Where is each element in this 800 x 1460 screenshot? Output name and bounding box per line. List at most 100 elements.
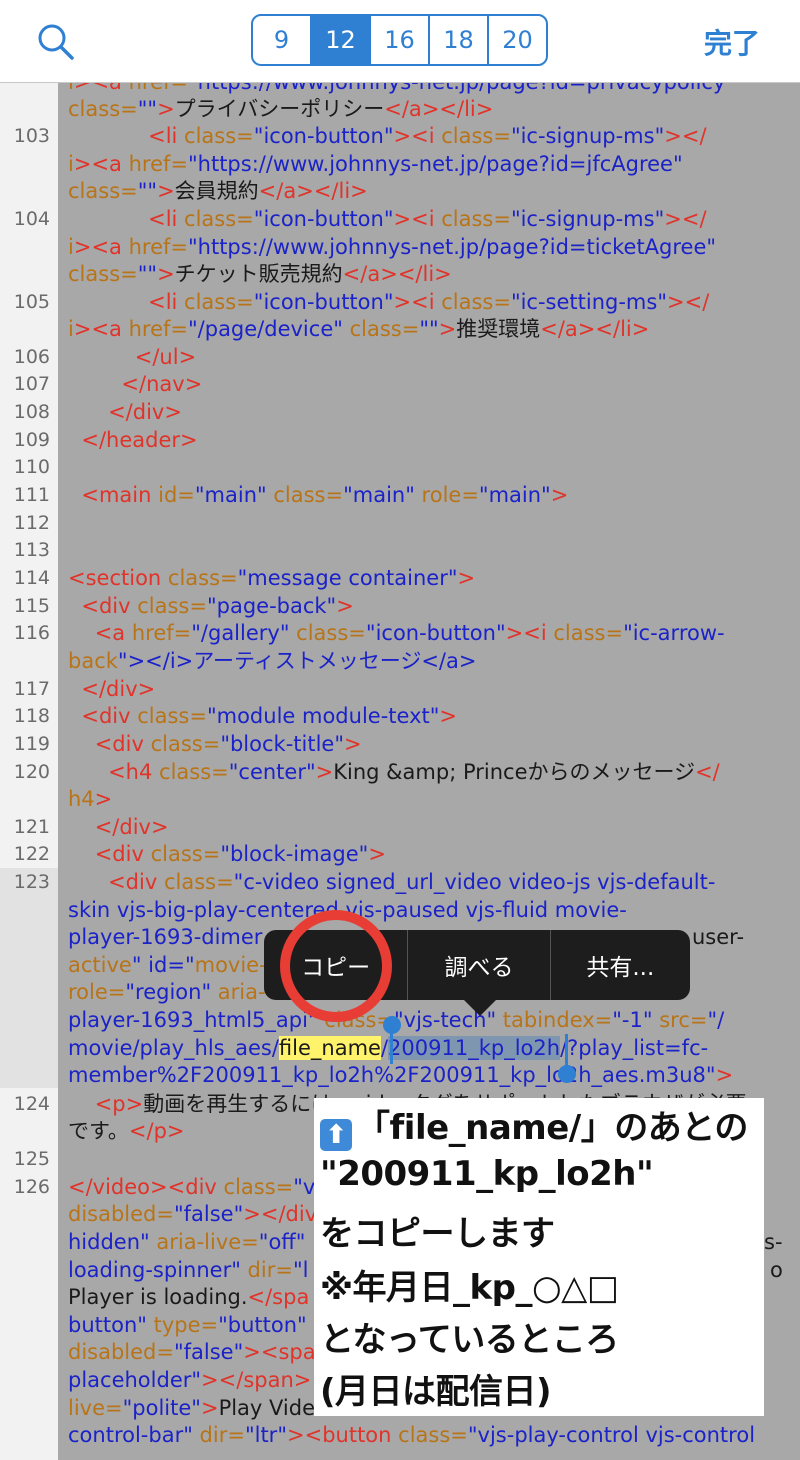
code-line: class="">プライバシーポリシー</a></li> bbox=[68, 97, 494, 121]
up-arrow-icon: ⬆ bbox=[320, 1119, 352, 1151]
code-line: hidden" aria-live="off" bbox=[68, 1230, 306, 1254]
code-line: back"></i>アーティストメッセージ</a> bbox=[68, 649, 477, 673]
code-line: Player is loading.</spa bbox=[68, 1285, 310, 1309]
line-number: 104 bbox=[13, 208, 50, 230]
line-number: 113 bbox=[13, 539, 50, 561]
code-line: <a href="/gallery" class="icon-button"><… bbox=[94, 621, 725, 645]
selection-end-bar bbox=[565, 1034, 568, 1068]
selection-end-handle[interactable] bbox=[558, 1065, 576, 1083]
code-line: <div class="c-video signed_url_video vid… bbox=[108, 870, 716, 894]
current-line-gutter-highlight bbox=[0, 868, 58, 1088]
code-line: player-1693-dimer bbox=[68, 925, 263, 949]
annotation-line: ※年月日_kp_○△□ bbox=[320, 1268, 619, 1308]
code-line: member%2F200911_kp_lo2h%2F200911_kp_lo2h… bbox=[68, 1063, 734, 1087]
code-line: role="region" aria- bbox=[68, 980, 266, 1004]
line-number: 122 bbox=[13, 843, 50, 865]
annotation-text: 「file_name/」のあとの bbox=[356, 1108, 748, 1148]
font-size-16-button[interactable]: 16 bbox=[369, 16, 428, 64]
font-size-12-button[interactable]: 12 bbox=[310, 16, 369, 64]
code-line: i><a href="https://www.johnnys-net.jp/pa… bbox=[68, 152, 683, 176]
code-line: <li class="icon-button"><i class="ic-sig… bbox=[148, 124, 707, 148]
font-size-18-button[interactable]: 18 bbox=[428, 16, 487, 64]
code-line: です。</p> bbox=[68, 1119, 185, 1143]
code-line: class="">チケット販売規約</a></li> bbox=[68, 262, 452, 286]
line-number: 115 bbox=[13, 595, 50, 617]
search-icon[interactable] bbox=[36, 22, 76, 62]
code-line: i><a href="/page/device" class="">推奨環境</… bbox=[68, 317, 650, 341]
code-line: loading-spinner" dir="l bbox=[68, 1258, 309, 1282]
code-fragment: /?play_list=fc- bbox=[560, 1036, 709, 1060]
code-line: control-bar" dir="ltr"><button class="vj… bbox=[68, 1423, 756, 1447]
code-line: </ul> bbox=[134, 345, 197, 369]
code-line: disabled="false"><spa bbox=[68, 1340, 316, 1364]
code-line: <div class="block-title"> bbox=[94, 732, 362, 756]
code-line: <li class="icon-button"><i class="ic-set… bbox=[148, 290, 710, 314]
highlight-circle-annotation bbox=[280, 910, 392, 1022]
code-line: <li class="icon-button"><i class="ic-sig… bbox=[148, 207, 707, 231]
annotation-line: をコピーします bbox=[320, 1214, 555, 1254]
code-line: button" type="button" bbox=[68, 1313, 307, 1337]
line-number: 105 bbox=[13, 291, 50, 313]
look-up-menu-item[interactable]: 調べる bbox=[407, 930, 549, 1000]
selected-text[interactable]: 200911_kp_lo2h bbox=[388, 1036, 561, 1060]
code-line: i><a href="https://www.johnnys-net.jp/pa… bbox=[68, 235, 717, 259]
code-line: active" id="movie- bbox=[68, 953, 267, 977]
code-line: </div> bbox=[81, 677, 156, 701]
line-number: 103 bbox=[13, 125, 50, 147]
code-fragment: o bbox=[770, 1258, 783, 1282]
line-number: 108 bbox=[13, 401, 50, 423]
line-number: 126 bbox=[13, 1176, 50, 1198]
font-size-9-button[interactable]: 9 bbox=[253, 16, 310, 64]
code-line: </video><div class="v bbox=[68, 1175, 316, 1199]
code-fragment: movie/play_hls_aes/ bbox=[68, 1036, 279, 1060]
selection-start-bar bbox=[390, 1030, 393, 1064]
code-line: <div class="block-image"> bbox=[94, 842, 386, 866]
code-line: <h4 class="center">King &amp; Princeからのメ… bbox=[108, 760, 720, 784]
line-number: 109 bbox=[13, 429, 50, 451]
line-number: 114 bbox=[13, 567, 50, 589]
line-number: 119 bbox=[13, 733, 50, 755]
line-number: 124 bbox=[13, 1093, 50, 1115]
code-line: class="">会員規約</a></li> bbox=[68, 179, 368, 203]
code-line: live="polite">Play Vide bbox=[68, 1396, 316, 1420]
line-number: 125 bbox=[13, 1148, 50, 1170]
line-number: 111 bbox=[13, 484, 50, 506]
line-number: 106 bbox=[13, 346, 50, 368]
context-menu-pointer bbox=[462, 998, 498, 1016]
font-size-20-button[interactable]: 20 bbox=[487, 16, 546, 64]
share-menu-item[interactable]: 共有... bbox=[549, 930, 690, 1000]
line-number: 116 bbox=[13, 622, 50, 644]
file-name-highlight: file_name bbox=[278, 1036, 381, 1060]
code-line: <div class="module module-text"> bbox=[81, 704, 457, 728]
code-line: i><a href="https://www.johnnys-net.jp/pa… bbox=[68, 83, 735, 96]
code-line: </div> bbox=[94, 815, 169, 839]
font-size-segmented-control: 9 12 16 18 20 bbox=[251, 14, 548, 66]
code-line-with-selection: movie/play_hls_aes/file_name/200911_kp_l… bbox=[68, 1035, 708, 1062]
code-line: </nav> bbox=[121, 372, 203, 396]
annotation-line: となっているところ bbox=[320, 1320, 619, 1360]
annotation-line: ⬆ 「file_name/」のあとの bbox=[320, 1100, 748, 1151]
code-line: </header> bbox=[81, 428, 198, 452]
line-number: 107 bbox=[13, 373, 50, 395]
code-line: placeholder"></span> bbox=[68, 1368, 312, 1392]
toolbar: 9 12 16 18 20 完了 bbox=[0, 0, 800, 83]
done-button[interactable]: 完了 bbox=[704, 22, 760, 62]
annotation-line: (月日は配信日) bbox=[320, 1372, 552, 1412]
instruction-annotation: ⬆ 「file_name/」のあとの "200911_kp_lo2h" をコピーし… bbox=[314, 1098, 764, 1416]
code-line: disabled="false"></div bbox=[68, 1202, 318, 1226]
line-number: 123 bbox=[13, 871, 50, 893]
line-number: 112 bbox=[13, 512, 50, 534]
line-number: 110 bbox=[13, 456, 50, 478]
code-line: h4> bbox=[68, 787, 113, 811]
line-number: 121 bbox=[13, 816, 50, 838]
code-line: </div> bbox=[108, 400, 182, 424]
code-fragment: user- bbox=[692, 925, 745, 949]
code-fragment: s- bbox=[764, 1230, 783, 1254]
line-number: 120 bbox=[13, 761, 50, 783]
code-line: <main id="main" class="main" role="main"… bbox=[81, 483, 569, 507]
annotation-line: "200911_kp_lo2h" bbox=[320, 1154, 654, 1194]
code-fragment: / bbox=[380, 1036, 389, 1060]
line-number: 117 bbox=[13, 678, 50, 700]
code-line: <div class="page-back"> bbox=[81, 594, 354, 618]
line-number: 118 bbox=[13, 705, 50, 727]
